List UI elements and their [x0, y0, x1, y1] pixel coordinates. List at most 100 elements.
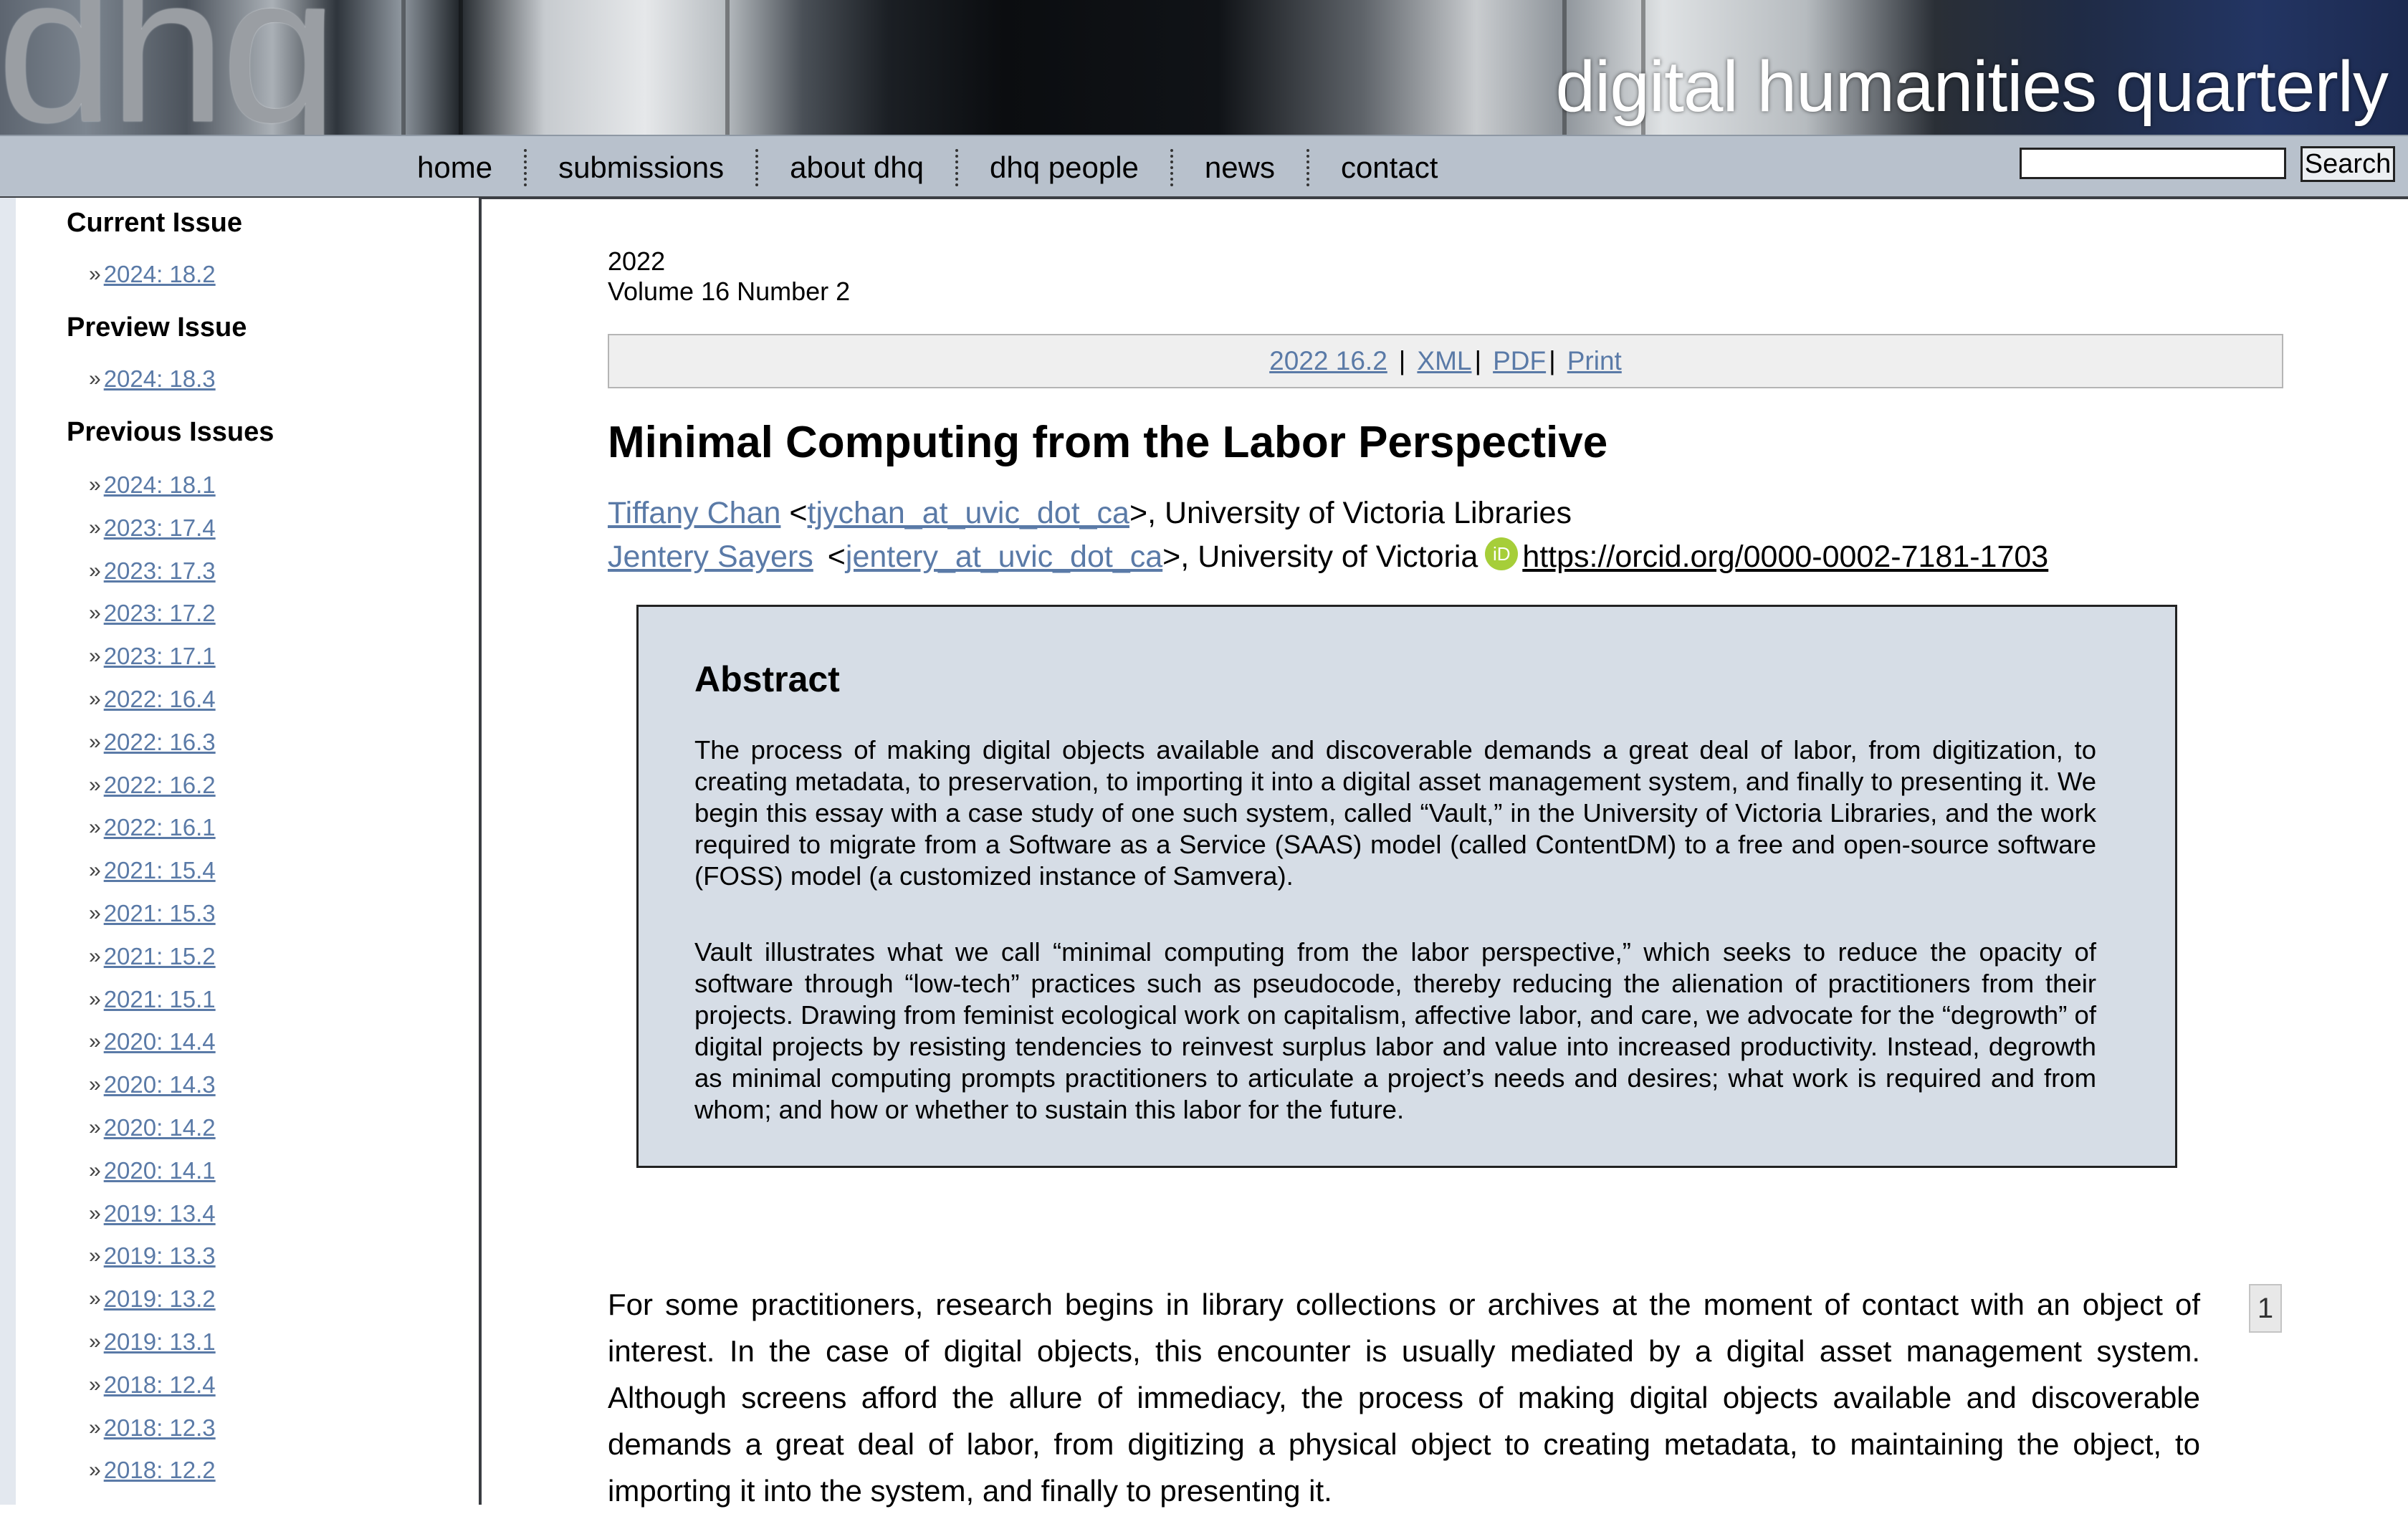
issue-link[interactable]: 2022 16.2 [1269, 346, 1387, 376]
previous-issue-link[interactable]: 2021: 15.1 [104, 986, 216, 1013]
nav-dhq-people[interactable]: dhq people [958, 150, 1170, 185]
previous-issue-link[interactable]: 2019: 13.2 [104, 1285, 216, 1313]
previous-issue-link[interactable]: 2021: 15.2 [104, 943, 216, 970]
previous-issue-link[interactable]: 2022: 16.3 [104, 729, 216, 756]
abstract-paragraph: The process of making digital objects av… [694, 735, 2096, 891]
article-toolbar: 2022 16.2 | XML | PDF | Print [608, 334, 2283, 388]
search-button[interactable]: Search [2300, 146, 2395, 182]
search-input[interactable] [2020, 148, 2286, 179]
pdf-link[interactable]: PDF [1493, 346, 1546, 376]
nav-home[interactable]: home [386, 150, 524, 185]
author-name-link[interactable]: Tiffany Chan [608, 496, 780, 531]
email-bracket-close: >, [1129, 496, 1165, 530]
previous-issue-item: » 2019: 13.3 [89, 1242, 216, 1270]
double-chevron-icon: » [89, 644, 101, 669]
previous-issue-item: » 2022: 16.4 [89, 686, 216, 713]
previous-issue-link[interactable]: 2021: 15.4 [104, 857, 216, 884]
previous-issue-link[interactable]: 2021: 15.3 [104, 900, 216, 927]
previous-issue-link[interactable]: 2020: 14.4 [104, 1028, 216, 1055]
previous-issue-item: » 2018: 12.3 [89, 1414, 216, 1442]
double-chevron-icon: » [89, 515, 101, 540]
previous-issue-link[interactable]: 2018: 12.2 [104, 1457, 216, 1484]
previous-issue-link[interactable]: 2023: 17.4 [104, 514, 216, 542]
nav-news[interactable]: news [1173, 150, 1306, 185]
previous-issue-item: » 2022: 16.3 [89, 729, 216, 756]
previous-issue-item: » 2022: 16.1 [89, 814, 216, 841]
previous-issue-link[interactable]: 2022: 16.2 [104, 772, 216, 799]
double-chevron-icon: » [89, 815, 101, 840]
paragraph-number: 1 [2249, 1284, 2282, 1333]
previous-issue-item: » 2021: 15.2 [89, 943, 216, 970]
author-2: Jentery Sayers < jentery_at_uvic_dot_ca >,… [608, 537, 2048, 576]
double-chevron-icon: » [89, 772, 101, 797]
preview-issue-link[interactable]: 2024: 18.3 [104, 365, 216, 393]
previous-issue-item: » 2019: 13.4 [89, 1200, 216, 1227]
email-bracket-open: < [789, 496, 808, 530]
previous-issue-link[interactable]: 2019: 13.1 [104, 1328, 216, 1356]
print-link[interactable]: Print [1567, 346, 1622, 376]
author-1: Tiffany Chan < tjychan_at_uvic_dot_ca >, U… [608, 496, 1572, 531]
toolbar-divider: | [1398, 346, 1406, 375]
site-banner: dhq digital humanities quarterly [0, 0, 2408, 135]
double-chevron-icon: » [89, 1244, 101, 1268]
email-bracket-open: < [827, 539, 846, 574]
double-chevron-icon: » [89, 367, 101, 391]
double-chevron-icon: » [89, 987, 101, 1011]
double-chevron-icon: » [89, 1201, 101, 1225]
previous-issue-link[interactable]: 2018: 12.4 [104, 1371, 216, 1399]
site-title[interactable]: digital humanities quarterly [1555, 46, 2389, 128]
double-chevron-icon: » [89, 687, 101, 711]
xml-link[interactable]: XML [1417, 346, 1471, 376]
toolbar-divider: | [1549, 346, 1556, 375]
previous-issues-heading: Previous Issues [67, 417, 274, 447]
nav-contact[interactable]: contact [1309, 150, 1469, 185]
article-volume: Volume 16 Number 2 [608, 277, 851, 306]
author-email-link[interactable]: jentery_at_uvic_dot_ca [846, 540, 1162, 575]
current-issue-link[interactable]: 2024: 18.2 [104, 261, 216, 288]
previous-issue-item: » 2020: 14.3 [89, 1071, 216, 1098]
previous-issue-link[interactable]: 2022: 16.1 [104, 814, 216, 841]
previous-issue-link[interactable]: 2023: 17.3 [104, 557, 216, 585]
body-paragraph: For some practitioners, research begins … [608, 1288, 2200, 1508]
abstract-paragraph: Vault illustrates what we call “minimal … [694, 937, 2096, 1124]
previous-issue-link[interactable]: 2023: 17.2 [104, 600, 216, 627]
author-email-link[interactable]: tjychan_at_uvic_dot_ca [808, 496, 1129, 531]
previous-issue-link[interactable]: 2020: 14.3 [104, 1071, 216, 1098]
double-chevron-icon: » [89, 1030, 101, 1054]
previous-issue-item: » 2023: 17.4 [89, 514, 216, 542]
current-issue-item: » 2024: 18.2 [89, 261, 216, 288]
previous-issue-item: » 2019: 13.1 [89, 1328, 216, 1356]
previous-issue-item: » 2023: 17.1 [89, 643, 216, 670]
main-nav: home submissions about dhq dhq people ne… [0, 135, 2408, 199]
nav-submissions[interactable]: submissions [527, 150, 755, 185]
nav-about-dhq[interactable]: about dhq [758, 150, 955, 185]
dhq-logo[interactable]: dhq [0, 0, 338, 135]
previous-issue-item: » 2021: 15.1 [89, 986, 216, 1013]
orcid-link[interactable]: https://orcid.org/0000-0002-7181-1703 [1522, 540, 2048, 575]
toolbar-divider: | [1474, 346, 1482, 375]
orcid-icon: iD [1485, 537, 1519, 570]
previous-issue-link[interactable]: 2024: 18.1 [104, 471, 216, 499]
previous-issue-item: » 2023: 17.2 [89, 600, 216, 627]
previous-issue-link[interactable]: 2019: 13.3 [104, 1242, 216, 1270]
author-affiliation: University of Victoria [1198, 539, 1478, 574]
previous-issue-link[interactable]: 2018: 12.3 [104, 1414, 216, 1442]
preview-issue-item: » 2024: 18.3 [89, 365, 216, 393]
double-chevron-icon: » [89, 1372, 101, 1396]
previous-issue-link[interactable]: 2020: 14.2 [104, 1114, 216, 1141]
previous-issue-item: » 2021: 15.3 [89, 900, 216, 927]
previous-issue-link[interactable]: 2022: 16.4 [104, 686, 216, 713]
double-chevron-icon: » [89, 262, 101, 286]
previous-issue-item: » 2018: 12.4 [89, 1371, 216, 1399]
previous-issue-link[interactable]: 2020: 14.1 [104, 1157, 216, 1184]
previous-issue-item: » 2024: 18.1 [89, 471, 216, 499]
author-name-link[interactable]: Jentery Sayers [608, 540, 813, 575]
article-year: 2022 [608, 246, 666, 276]
abstract-heading: Abstract [694, 659, 840, 699]
previous-issue-item: » 2018: 12.2 [89, 1457, 216, 1484]
double-chevron-icon: » [89, 1116, 101, 1139]
previous-issue-link[interactable]: 2023: 17.1 [104, 643, 216, 670]
previous-issue-item: » 2020: 14.2 [89, 1114, 216, 1141]
previous-issue-link[interactable]: 2019: 13.4 [104, 1200, 216, 1227]
abstract-box: Abstract The process of making digital o… [636, 605, 2177, 1168]
